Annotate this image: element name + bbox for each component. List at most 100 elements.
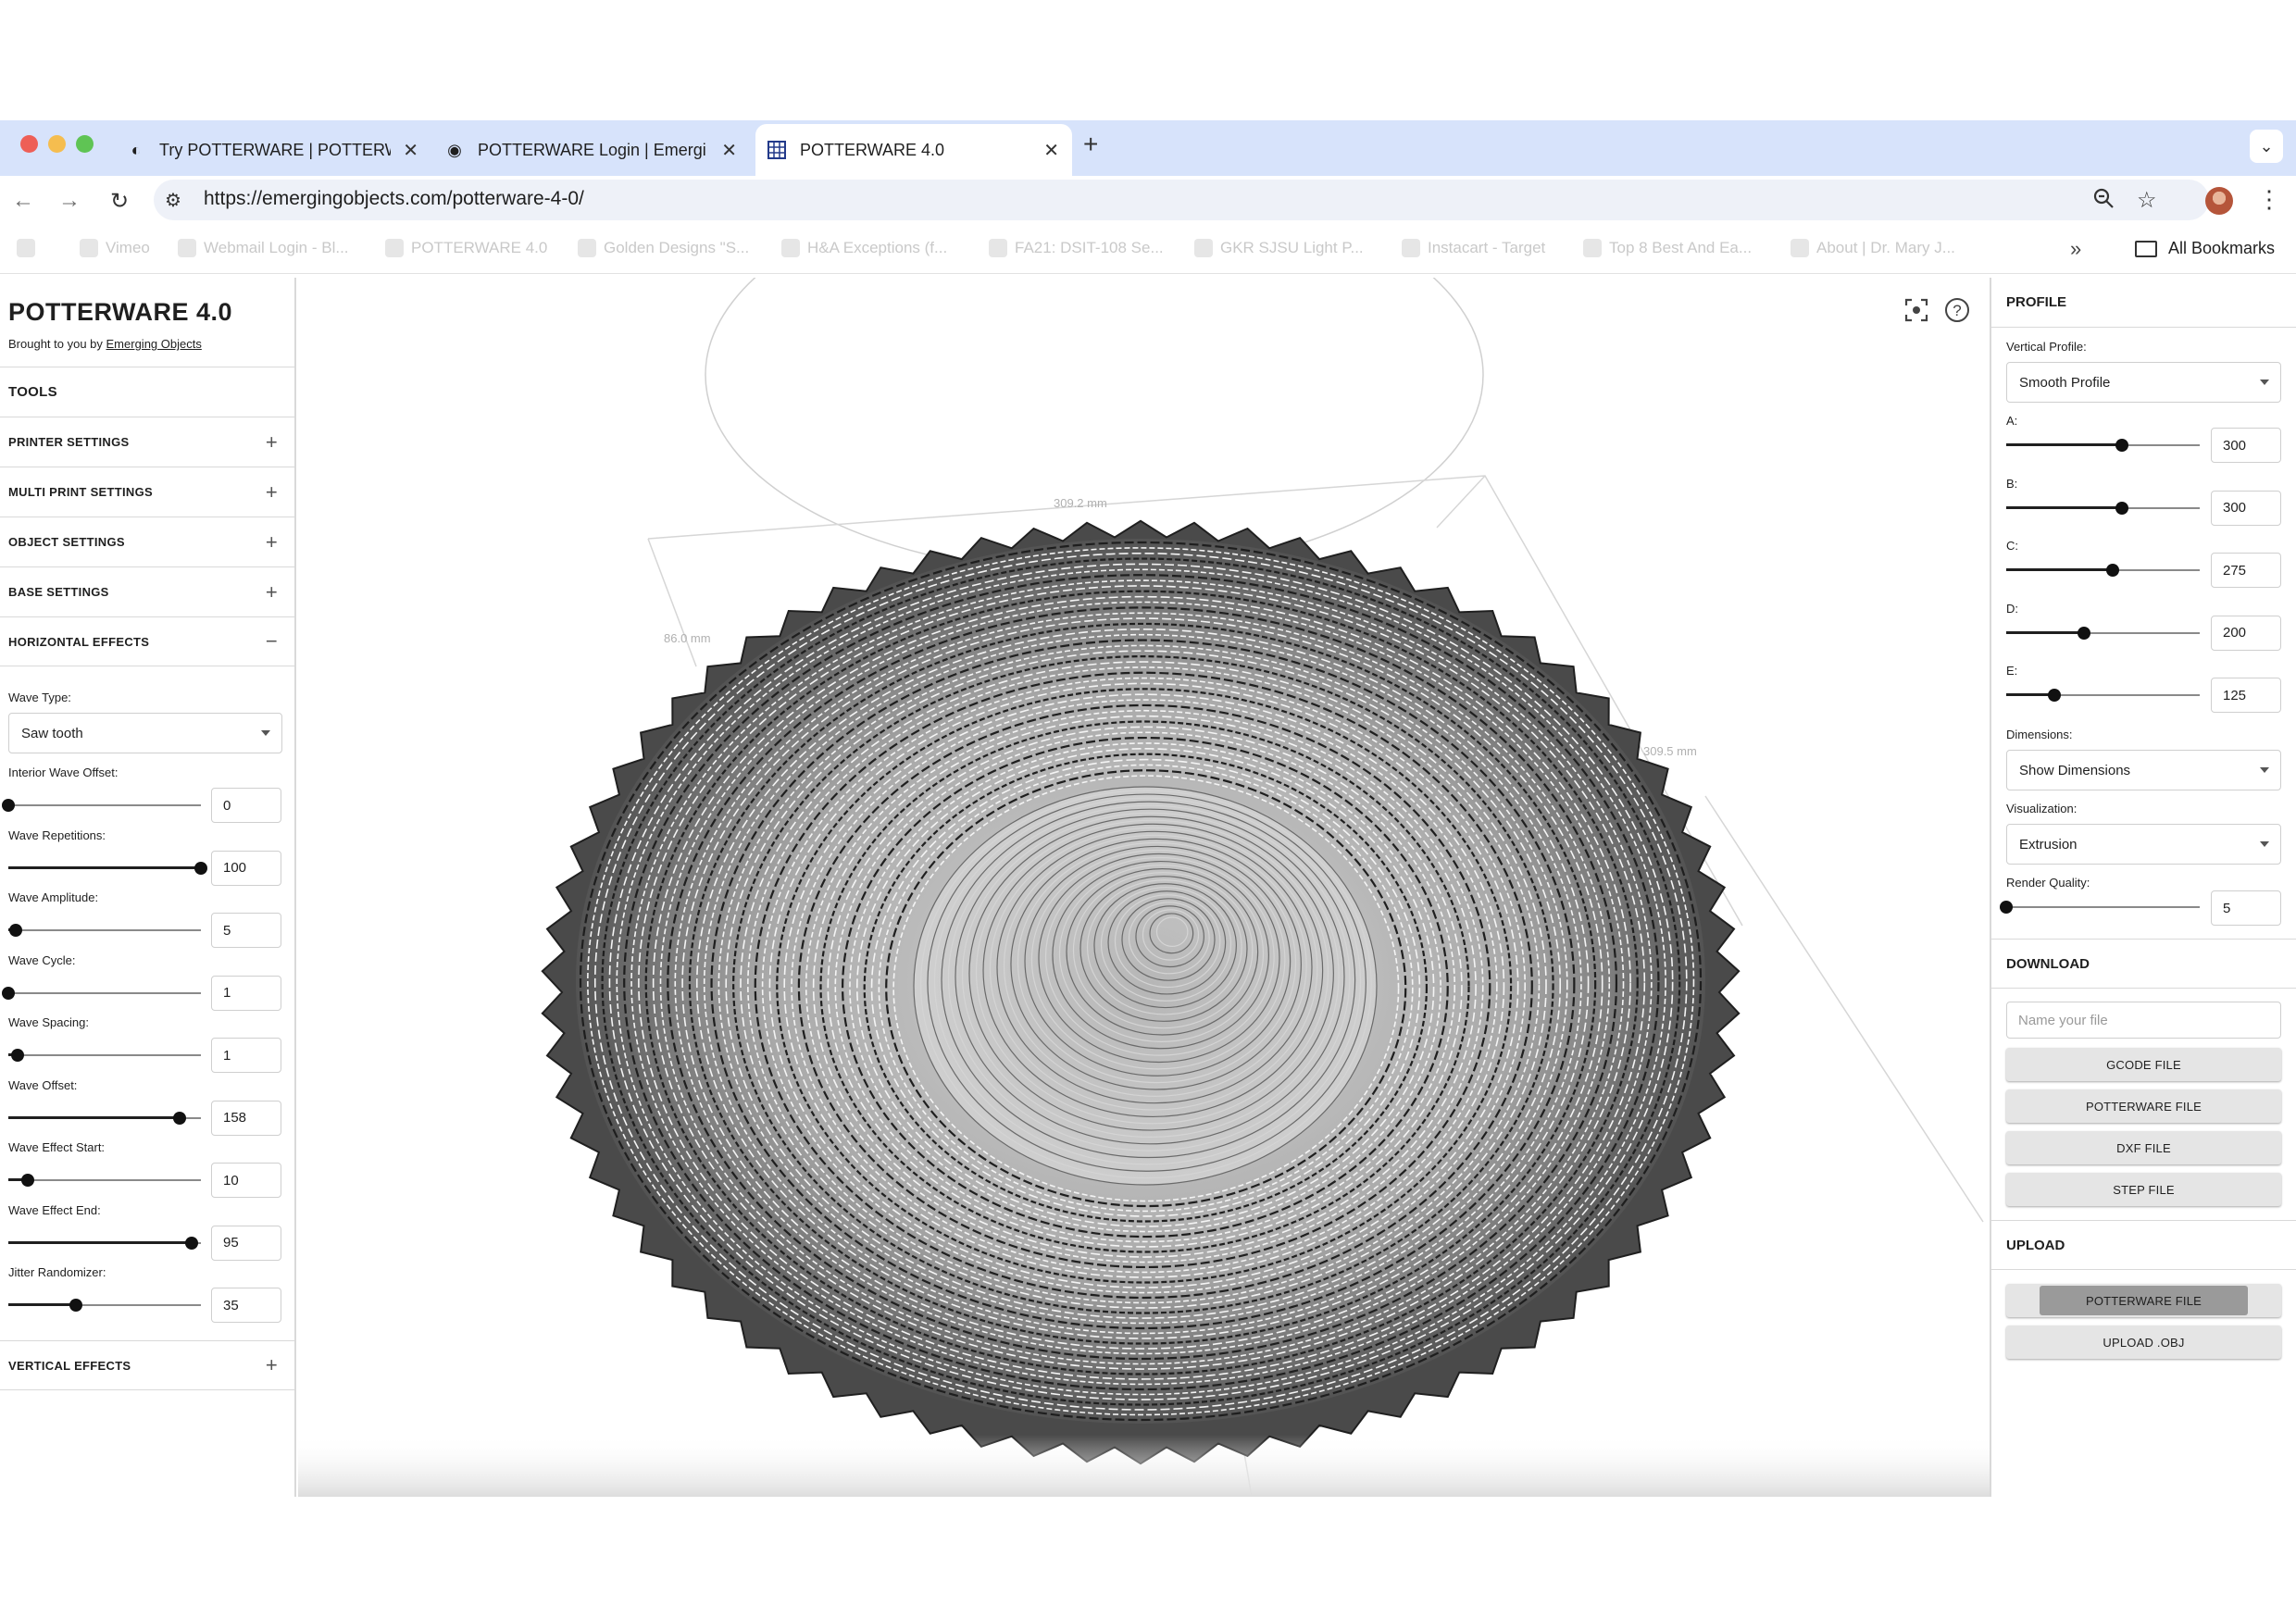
- plus-icon[interactable]: +: [266, 430, 278, 454]
- bookmark-item[interactable]: H&A Exceptions (f...: [781, 239, 947, 257]
- param-slider[interactable]: [8, 1046, 201, 1064]
- printer-settings-section[interactable]: PRINTER SETTINGS +: [0, 417, 296, 467]
- multi-print-settings-section[interactable]: MULTI PRINT SETTINGS +: [0, 467, 296, 517]
- new-tab-plus-icon[interactable]: +: [1083, 130, 1098, 159]
- minus-icon[interactable]: −: [266, 629, 278, 653]
- slider-thumb[interactable]: [184, 1236, 198, 1250]
- close-icon[interactable]: ✕: [721, 139, 737, 162]
- minimize-window-button[interactable]: [48, 135, 66, 153]
- profile-param-input[interactable]: 300: [2211, 490, 2281, 526]
- emerging-objects-link[interactable]: Emerging Objects: [106, 337, 202, 351]
- param-input[interactable]: 35: [211, 1288, 281, 1323]
- render-quality-slider[interactable]: [2000, 898, 2200, 916]
- site-settings-icon[interactable]: ⚙: [165, 189, 181, 212]
- potterware-file-download-button[interactable]: POTTERWARE FILE: [2006, 1089, 2281, 1123]
- tab-try-potterware[interactable]: ◐ Try POTTERWARE | POTTERW ✕: [126, 124, 431, 176]
- param-input[interactable]: 5: [211, 913, 281, 948]
- dxf-file-button[interactable]: DXF FILE: [2006, 1131, 2281, 1164]
- profile-param-input[interactable]: 200: [2211, 615, 2281, 651]
- url-text[interactable]: https://emergingobjects.com/potterware-4…: [204, 188, 584, 210]
- profile-param-input[interactable]: 300: [2211, 428, 2281, 463]
- slider-thumb[interactable]: [173, 1111, 187, 1125]
- tab-potterware-login[interactable]: ◉ POTTERWARE Login | Emergi ✕: [444, 124, 750, 176]
- param-input[interactable]: 0: [211, 788, 281, 823]
- slider-thumb[interactable]: [69, 1299, 82, 1312]
- bookmark-item[interactable]: Instacart - Target: [1402, 239, 1545, 257]
- bookmark-item[interactable]: FA21: DSIT-108 Se...: [989, 239, 1164, 257]
- maximize-window-button[interactable]: [76, 135, 94, 153]
- param-slider[interactable]: [8, 1296, 201, 1314]
- close-window-button[interactable]: [20, 135, 38, 153]
- param-slider[interactable]: [8, 1109, 201, 1127]
- bookmark-item[interactable]: Golden Designs "S...: [578, 239, 749, 257]
- wave-type-select[interactable]: Saw tooth: [8, 713, 282, 753]
- help-icon[interactable]: ?: [1943, 296, 1971, 324]
- vertical-profile-select[interactable]: Smooth Profile: [2006, 362, 2281, 403]
- param-input[interactable]: 95: [211, 1225, 281, 1261]
- bookmark-item[interactable]: POTTERWARE 4.0: [385, 239, 547, 257]
- tab-potterware-4[interactable]: POTTERWARE 4.0 ✕: [755, 124, 1072, 176]
- bookmark-item[interactable]: Vimeo: [80, 239, 150, 257]
- bookmarks-overflow-icon[interactable]: »: [2070, 237, 2081, 261]
- more-vertical-icon[interactable]: ⋮: [2257, 185, 2281, 214]
- param-input[interactable]: 10: [211, 1163, 281, 1198]
- step-file-button[interactable]: STEP FILE: [2006, 1173, 2281, 1206]
- slider-thumb[interactable]: [11, 1049, 25, 1062]
- param-slider[interactable]: [8, 1234, 201, 1252]
- 3d-viewport[interactable]: 309.2 mm 86.0 mm 309.5 mm ?: [298, 278, 1990, 1497]
- bookmark-item[interactable]: Top 8 Best And Ea...: [1583, 239, 1752, 257]
- dimensions-select[interactable]: Show Dimensions: [2006, 750, 2281, 790]
- gcode-file-button[interactable]: GCODE FILE: [2006, 1048, 2281, 1081]
- profile-param-slider[interactable]: [2006, 561, 2200, 579]
- profile-param-slider[interactable]: [2006, 436, 2200, 454]
- bookmark-item[interactable]: GKR SJSU Light P...: [1194, 239, 1364, 257]
- vessel-render[interactable]: 309.2 mm 86.0 mm 309.5 mm: [298, 278, 1990, 1497]
- profile-param-input[interactable]: 275: [2211, 553, 2281, 588]
- profile-param-input[interactable]: 125: [2211, 678, 2281, 713]
- render-quality-input[interactable]: 5: [2211, 890, 2281, 926]
- slider-thumb[interactable]: [2077, 626, 2090, 640]
- apps-grid-icon[interactable]: [17, 239, 43, 257]
- param-slider[interactable]: [8, 1171, 201, 1189]
- slider-thumb[interactable]: [2115, 501, 2129, 515]
- bookmark-star-icon[interactable]: ☆: [2137, 187, 2157, 214]
- reload-icon[interactable]: ↻: [104, 185, 135, 217]
- close-icon[interactable]: ✕: [1043, 139, 1059, 162]
- profile-avatar[interactable]: [2205, 187, 2233, 215]
- slider-thumb[interactable]: [2105, 564, 2119, 577]
- plus-icon[interactable]: +: [266, 580, 278, 604]
- slider-thumb[interactable]: [2, 799, 15, 812]
- plus-icon[interactable]: +: [266, 1353, 278, 1377]
- profile-param-slider[interactable]: [2006, 686, 2200, 704]
- param-slider[interactable]: [2, 984, 201, 1002]
- param-input[interactable]: 100: [211, 850, 281, 886]
- vertical-effects-section[interactable]: VERTICAL EFFECTS +: [0, 1340, 296, 1390]
- all-bookmarks-button[interactable]: All Bookmarks: [2135, 239, 2275, 258]
- chevron-down-icon[interactable]: ⌄: [2250, 130, 2283, 163]
- zoom-icon[interactable]: [2092, 187, 2115, 216]
- slider-thumb[interactable]: [9, 924, 23, 937]
- param-slider[interactable]: [2, 796, 201, 815]
- base-settings-section[interactable]: BASE SETTINGS +: [0, 566, 296, 616]
- bookmark-item[interactable]: Webmail Login - Bl...: [178, 239, 349, 257]
- param-slider[interactable]: [8, 921, 201, 940]
- visualization-select[interactable]: Extrusion: [2006, 824, 2281, 865]
- param-slider[interactable]: [8, 859, 207, 877]
- close-icon[interactable]: ✕: [403, 139, 418, 162]
- slider-thumb[interactable]: [2048, 689, 2062, 702]
- profile-param-slider[interactable]: [2006, 499, 2200, 517]
- horizontal-effects-section[interactable]: HORIZONTAL EFFECTS −: [0, 616, 296, 666]
- slider-thumb[interactable]: [2000, 901, 2013, 914]
- filename-input[interactable]: Name your file: [2006, 1002, 2281, 1039]
- param-input[interactable]: 1: [211, 975, 281, 1011]
- fit-view-icon[interactable]: [1903, 296, 1930, 324]
- profile-param-slider[interactable]: [2006, 624, 2200, 642]
- plus-icon[interactable]: +: [266, 530, 278, 554]
- slider-thumb[interactable]: [194, 861, 207, 875]
- forward-arrow-icon[interactable]: →: [54, 185, 85, 217]
- object-settings-section[interactable]: OBJECT SETTINGS +: [0, 517, 296, 566]
- slider-thumb[interactable]: [2, 986, 15, 1000]
- slider-thumb[interactable]: [2115, 439, 2129, 452]
- upload-obj-button[interactable]: UPLOAD .OBJ: [2006, 1326, 2281, 1359]
- back-arrow-icon[interactable]: ←: [7, 185, 39, 217]
